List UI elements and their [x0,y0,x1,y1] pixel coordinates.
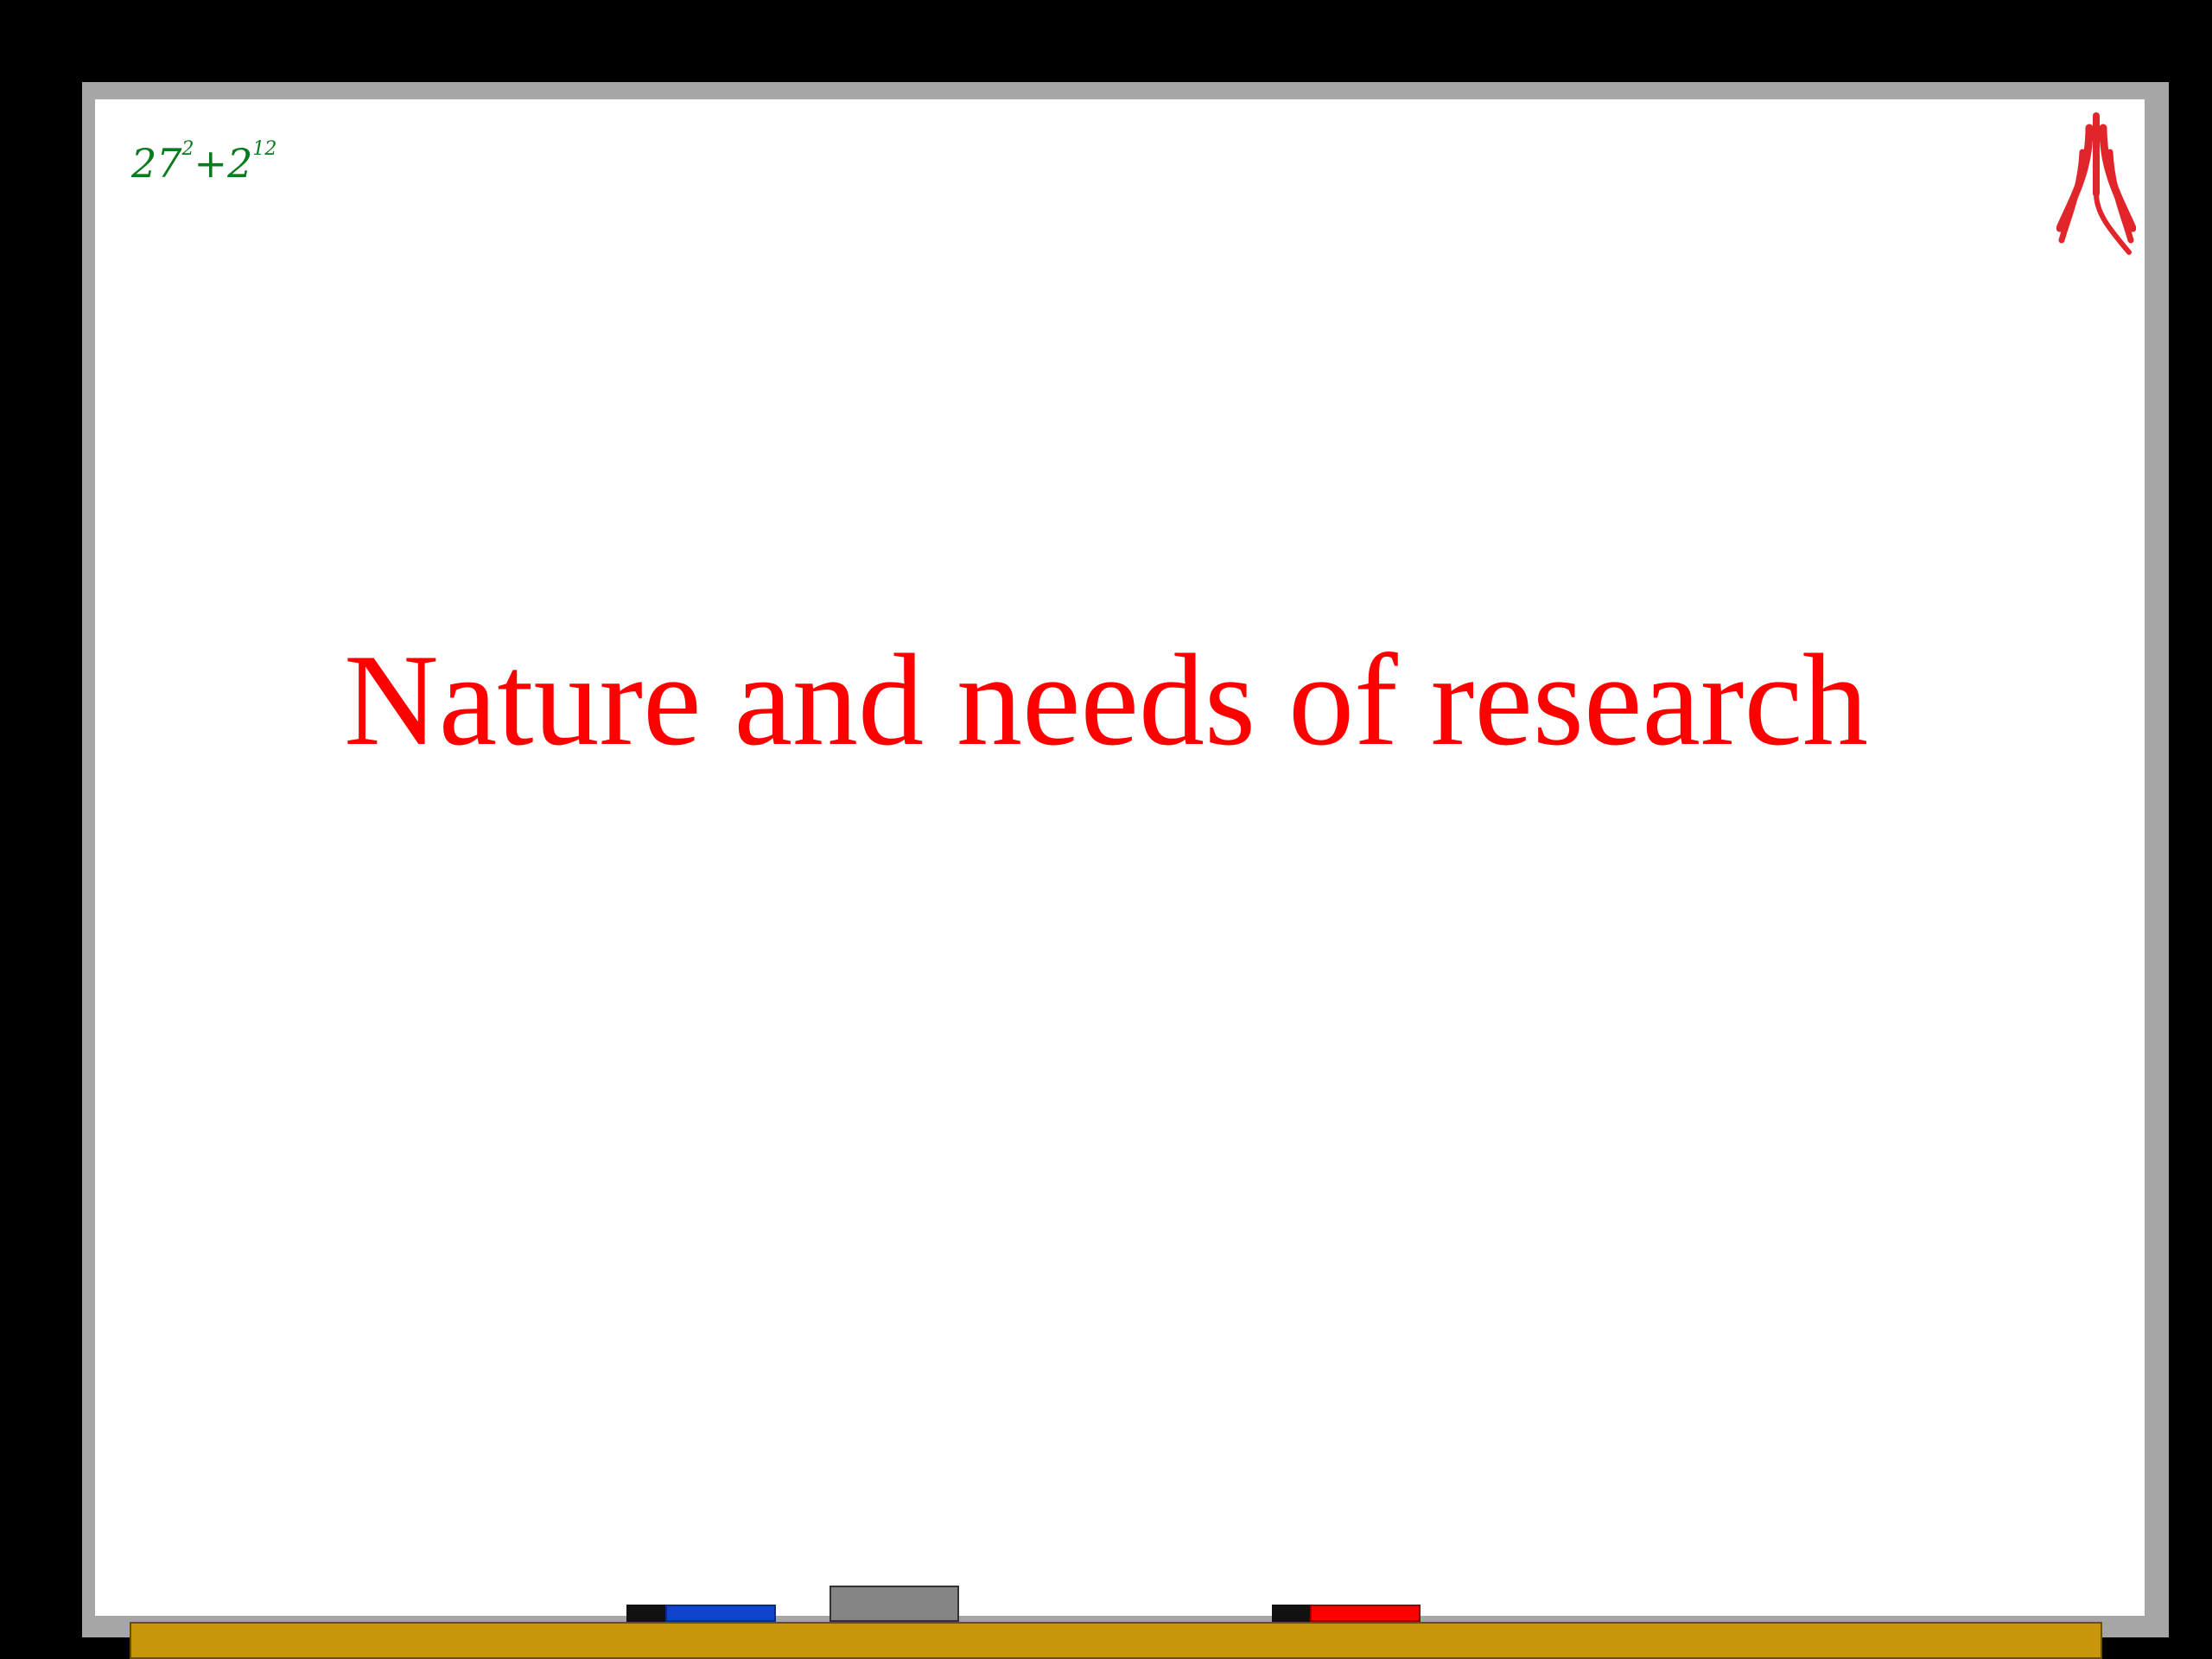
blue-marker-cap [626,1605,668,1622]
formula-exponent-2: 12 [252,138,277,160]
formula-decoration: 272+212 [131,138,276,187]
whiteboard-surface [95,99,2145,1616]
slide-title: Nature and needs of research [344,627,1868,772]
eraser-icon [830,1586,959,1622]
red-marker-cap [1272,1605,1313,1622]
blue-marker-icon [665,1605,776,1622]
slide: 272+212 Nature and needs of research [0,0,2212,1659]
formula-exponent-1: 2 [181,138,194,160]
formula-base-2: 2 [227,140,253,187]
formula-operator: + [194,140,228,187]
red-marker-icon [1310,1605,1421,1622]
marker-tray [130,1622,2102,1659]
institute-logo-icon [2056,112,2136,255]
formula-base-1: 27 [131,140,182,187]
